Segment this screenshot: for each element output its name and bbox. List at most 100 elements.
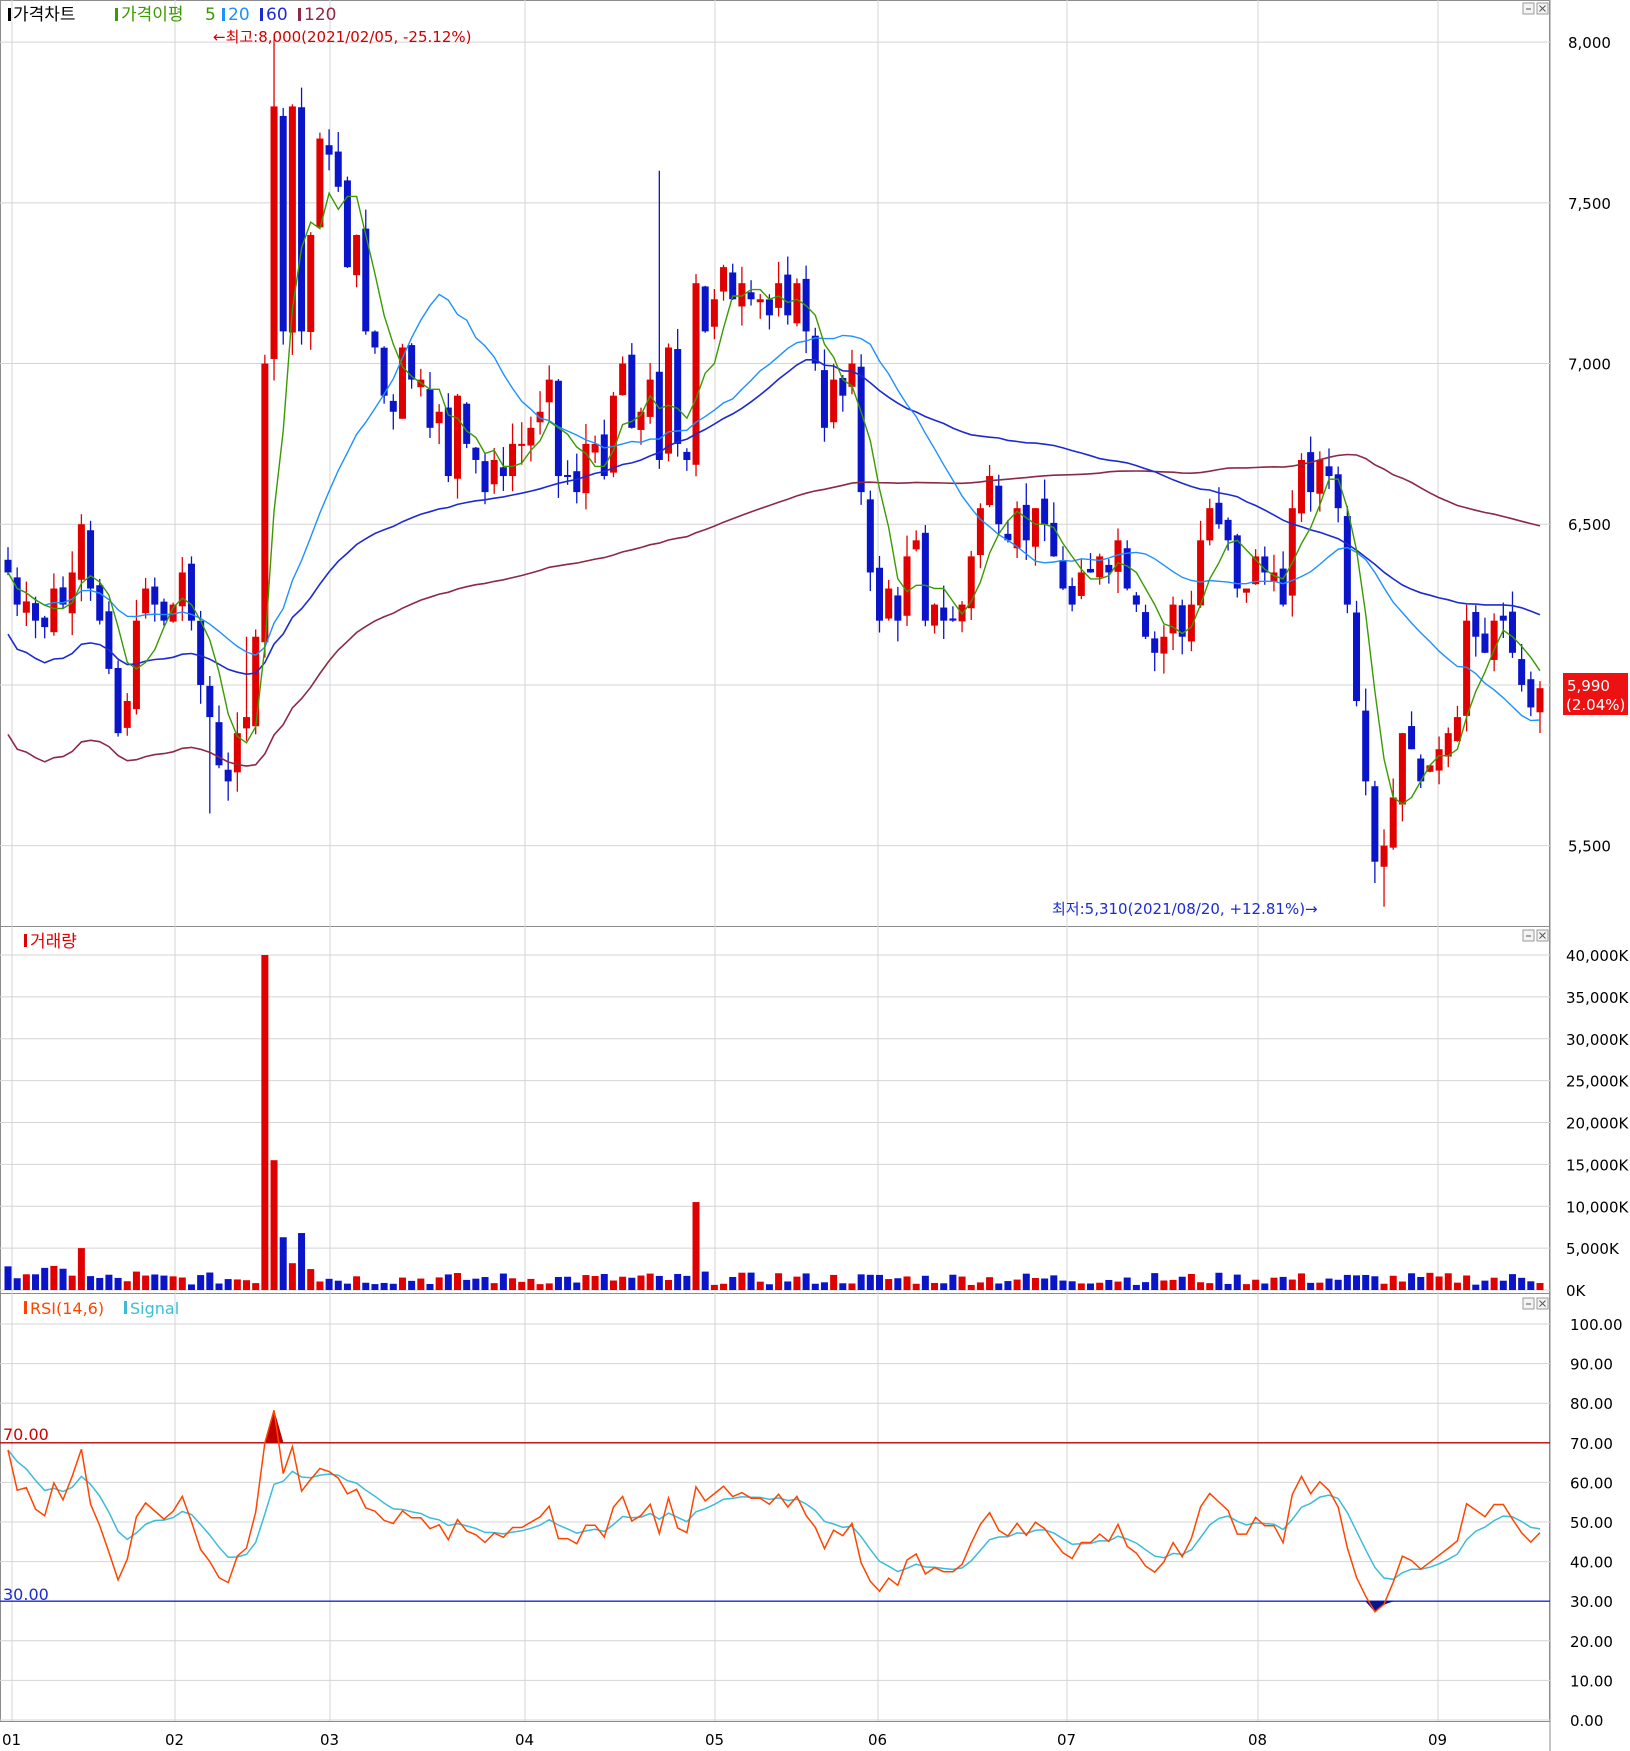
volume-bar (1197, 1282, 1205, 1290)
candle-body (756, 299, 764, 303)
volume-bar (894, 1278, 902, 1290)
signal-line (7, 1449, 1541, 1581)
candle-body (1068, 586, 1076, 605)
x-tick-label: 09 (1428, 1731, 1447, 1749)
volume-bar (554, 1276, 562, 1290)
candle-body (591, 443, 599, 453)
rsi-y-tick: 80.00 (1570, 1395, 1613, 1413)
volume-bar (1481, 1280, 1489, 1290)
candle-body (628, 354, 636, 428)
volume-bar (1077, 1283, 1085, 1290)
candle-body (1261, 556, 1269, 573)
candle-body (665, 347, 673, 454)
volume-bar (747, 1272, 755, 1290)
volume-bar (885, 1279, 893, 1290)
candle-body (527, 427, 535, 446)
rsi-layer (0, 1410, 1550, 1613)
candle-body (50, 588, 58, 633)
candle-body (68, 572, 76, 614)
volume-bar (1353, 1275, 1361, 1290)
volume-bar (1242, 1284, 1250, 1290)
price-y-tick: 7,000 (1568, 356, 1611, 374)
volume-bar (499, 1273, 507, 1290)
volume-bar (151, 1274, 159, 1290)
volume-bar (1288, 1279, 1296, 1290)
rsi-y-tick: 0.00 (1570, 1712, 1603, 1730)
last-price-badge: 5,990 (2.04%) (1563, 673, 1628, 715)
candle-body (683, 451, 691, 460)
candle-body (940, 607, 948, 621)
candle-body (784, 274, 792, 316)
volume-bar (1215, 1272, 1223, 1290)
candle-body (1215, 502, 1223, 525)
volume-bar (114, 1277, 122, 1290)
candle-body (499, 467, 507, 477)
panel-controls-rsi[interactable] (1522, 1297, 1549, 1310)
volume-bar (1536, 1283, 1544, 1290)
candle-body (187, 563, 195, 621)
volume-bar (197, 1275, 205, 1290)
candle-body (481, 461, 489, 493)
candle-body (151, 586, 159, 605)
volume-bar (1453, 1282, 1461, 1290)
volume-bar (206, 1272, 214, 1290)
candle-body (1297, 459, 1305, 514)
candle-body (912, 540, 920, 550)
candle-body (820, 370, 828, 428)
volume-y-tick: 15,000K (1566, 1156, 1629, 1174)
candle-body (435, 411, 443, 424)
candle-body (1197, 540, 1205, 606)
rsi-y-tick: 10.00 (1570, 1672, 1613, 1690)
candle-body (32, 603, 40, 621)
volume-bar (1316, 1282, 1324, 1290)
volume-bar (77, 1248, 85, 1290)
volume-bar (1490, 1277, 1498, 1290)
volume-bar (857, 1274, 865, 1290)
volume-bar (729, 1276, 737, 1290)
volume-bar (1499, 1280, 1507, 1290)
candle-body (298, 107, 306, 332)
volume-bar (472, 1278, 480, 1290)
candle-body (1160, 636, 1168, 654)
candle-body (371, 331, 379, 348)
candle-body (1453, 717, 1461, 742)
candle-body (875, 567, 883, 621)
candle-body (96, 585, 104, 621)
volume-bar (609, 1280, 617, 1290)
grid-layer (0, 0, 1550, 1721)
volume-bar (637, 1275, 645, 1290)
volume-bar (1398, 1281, 1406, 1290)
panel-controls-volume[interactable] (1522, 929, 1549, 942)
volume-y-tick: 40,000K (1566, 947, 1629, 965)
volume-bar (169, 1276, 177, 1290)
candle-body (1508, 611, 1516, 653)
candle-body (1151, 638, 1159, 653)
candle-body (142, 588, 150, 614)
volume-bar (1343, 1274, 1351, 1290)
volume-bar (1426, 1272, 1434, 1290)
volume-bar (13, 1278, 21, 1290)
volume-bar (665, 1279, 673, 1290)
legend-price-chart: 가격차트 (13, 5, 76, 25)
ma60-line (7, 358, 1541, 676)
candle-body (1371, 786, 1379, 862)
candle-body (325, 145, 333, 155)
volume-bar (976, 1282, 984, 1290)
volume-bar (995, 1283, 1003, 1290)
candle-body (22, 601, 30, 613)
volume-bar (1169, 1279, 1177, 1290)
panel-controls-price[interactable] (1522, 2, 1549, 15)
volume-bar (1105, 1279, 1113, 1290)
volume-bar (1086, 1283, 1094, 1290)
candle-body (885, 588, 893, 619)
candle-body (316, 138, 324, 228)
volume-bar (215, 1283, 223, 1290)
candle-body (866, 499, 874, 573)
volume-bar (765, 1284, 773, 1290)
volume-bar (371, 1284, 379, 1290)
volume-bar (398, 1277, 406, 1290)
candle-body (4, 559, 12, 573)
candle-body (1444, 733, 1452, 757)
candle-body (1389, 797, 1397, 848)
volume-bar (123, 1281, 131, 1290)
